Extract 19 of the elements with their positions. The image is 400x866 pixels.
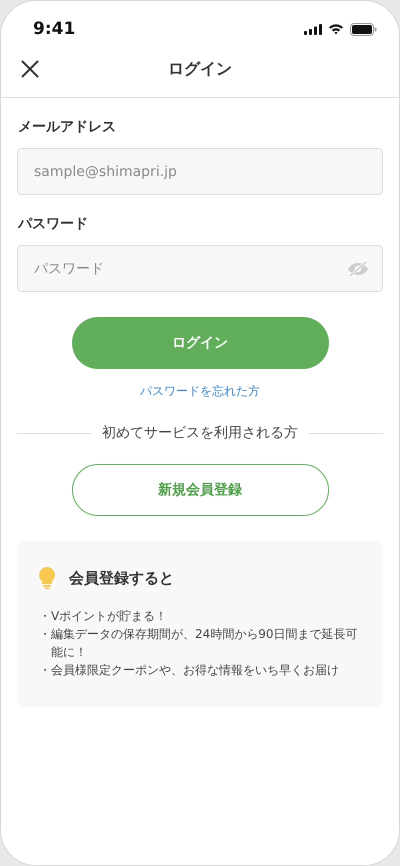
login-button[interactable]: ログイン — [72, 317, 328, 369]
benefit-item: ・会員様限定クーポンや、お得な情報をいち早くお届け — [39, 662, 340, 679]
page-title: ログイン — [167, 58, 233, 80]
benefit-item: ・編集データの保存期間が、24時間から90日間まで延長可能に！ — [39, 626, 359, 661]
email-field[interactable]: sample@shimapri.jp — [17, 148, 383, 195]
status-time: 9:41 — [33, 19, 76, 39]
signal-icon — [304, 24, 322, 34]
lightbulb-icon — [39, 567, 55, 589]
benefit-item: ・Vポイントが貯まる！ — [39, 608, 168, 625]
field-label: パスワード — [18, 215, 89, 233]
forgot-password-link[interactable]: パスワードを忘れた方 — [140, 383, 260, 400]
divider-text: 初めてサービスを利用される方 — [101, 424, 299, 442]
battery-icon — [350, 22, 377, 36]
field-label: メールアドレス — [18, 118, 117, 136]
password-field[interactable]: パスワード — [17, 245, 383, 292]
close-icon[interactable] — [20, 59, 40, 79]
wifi-icon — [328, 23, 344, 35]
register-button[interactable]: 新規会員登録 — [72, 464, 328, 516]
benefits-title: 会員登録すると — [69, 568, 174, 588]
